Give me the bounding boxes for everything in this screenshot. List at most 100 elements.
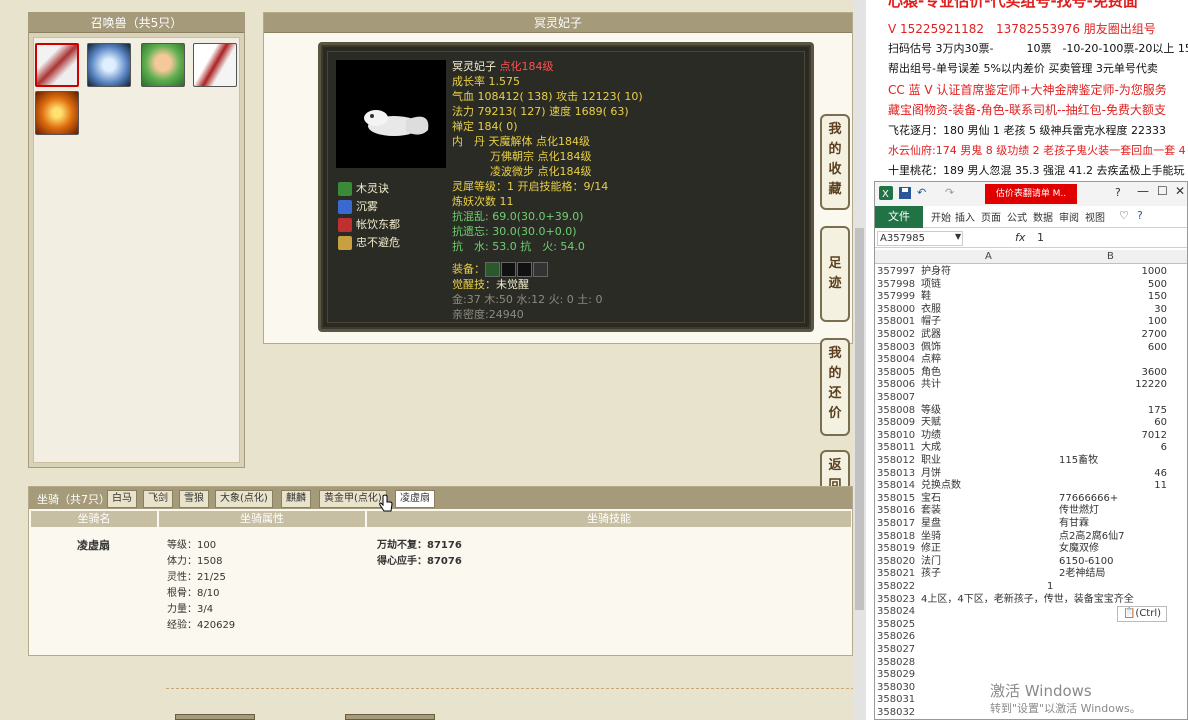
bottom-button-2[interactable] — [345, 714, 435, 720]
ribbon-tab-home[interactable]: 开始 — [931, 209, 951, 224]
row-number[interactable]: 358032 — [877, 707, 915, 720]
help-circle-icon[interactable]: ? — [1137, 209, 1143, 222]
row-number[interactable]: 358003 — [877, 342, 915, 355]
cell-a[interactable]: 武器 — [921, 329, 941, 342]
cell-a[interactable]: 4上区，4下区，老新孩子，传世，装备宝宝齐全 — [921, 594, 1134, 607]
footprint-button[interactable]: 足迹 — [820, 226, 850, 322]
table-row[interactable]: 358017 星盘 有甘霖 — [875, 518, 1188, 531]
row-number[interactable]: 358012 — [877, 455, 915, 468]
cell-b[interactable]: 2700 — [1057, 329, 1167, 342]
cell-b[interactable]: 500 — [1057, 279, 1167, 292]
cell-b[interactable]: 600 — [1057, 342, 1167, 355]
ribbon-tab-view[interactable]: 视图 — [1085, 209, 1105, 224]
row-number[interactable]: 358019 — [877, 543, 915, 556]
pet-thumb-3[interactable] — [141, 43, 185, 87]
redo-icon[interactable]: ↷ — [945, 186, 954, 199]
cell-b[interactable]: 有甘霖 — [1059, 518, 1089, 531]
cell-a[interactable]: 衣服 — [921, 304, 941, 317]
row-number[interactable]: 358025 — [877, 619, 915, 632]
cell-b[interactable]: 77666666+ — [1059, 493, 1118, 506]
table-row[interactable]: 358027 — [875, 644, 1188, 657]
ribbon-tab-formula[interactable]: 公式 — [1007, 209, 1027, 224]
cell-b[interactable]: 150 — [1057, 291, 1167, 304]
name-box-dropdown-icon[interactable]: ▼ — [955, 232, 961, 241]
cell-b[interactable]: 7012 — [1057, 430, 1167, 443]
row-number[interactable]: 358015 — [877, 493, 915, 506]
save-icon[interactable] — [899, 187, 911, 199]
paste-options-button[interactable]: 📋(Ctrl) — [1117, 606, 1167, 622]
maximize-icon[interactable]: ☐ — [1157, 184, 1168, 198]
row-number[interactable]: 358014 — [877, 480, 915, 493]
page-scrollbar[interactable] — [853, 0, 866, 720]
skill-3[interactable]: 帐饮东都 — [338, 216, 400, 232]
name-box[interactable]: A357985 — [877, 231, 963, 246]
equip-slot-4[interactable] — [533, 262, 548, 277]
cell-a[interactable]: 星盘 — [921, 518, 941, 531]
row-number[interactable]: 357999 — [877, 291, 915, 304]
cell-b[interactable]: 60 — [1057, 417, 1167, 430]
pet-thumb-1[interactable] — [35, 43, 79, 87]
cell-b[interactable]: 女魔双修 — [1059, 543, 1099, 556]
cell-a[interactable]: 鞋 — [921, 291, 931, 304]
table-row[interactable]: 358011 大成 6 — [875, 442, 1188, 455]
bottom-button-1[interactable] — [175, 714, 255, 720]
row-number[interactable]: 358011 — [877, 442, 915, 455]
cell-b[interactable]: 6150-6100 — [1059, 556, 1114, 569]
row-number[interactable]: 358006 — [877, 379, 915, 392]
row-number[interactable]: 358005 — [877, 367, 915, 380]
cell-a[interactable]: 坐骑 — [921, 531, 941, 544]
row-number[interactable]: 358016 — [877, 505, 915, 518]
cell-a-value[interactable]: 1 — [1047, 581, 1053, 594]
cell-a[interactable]: 共计 — [921, 379, 941, 392]
mount-tab-5[interactable]: 麒麟 — [281, 490, 311, 508]
row-number[interactable]: 358026 — [877, 631, 915, 644]
skill-2[interactable]: 沉雾 — [338, 198, 378, 214]
row-number[interactable]: 358023 — [877, 594, 915, 607]
ribbon-tab-review[interactable]: 审阅 — [1059, 209, 1079, 224]
cell-a[interactable]: 点粹 — [921, 354, 941, 367]
table-row[interactable]: 358001 帽子 100 — [875, 316, 1188, 329]
heart-icon[interactable]: ♡ — [1119, 209, 1129, 222]
undo-icon[interactable]: ↶ — [917, 186, 926, 199]
row-number[interactable]: 358028 — [877, 657, 915, 670]
cell-b[interactable]: 2老神结局 — [1059, 568, 1105, 581]
cell-a[interactable]: 护身符 — [921, 266, 951, 279]
row-number[interactable]: 358020 — [877, 556, 915, 569]
my-favorites-button[interactable]: 我的收藏 — [820, 114, 850, 210]
cell-a[interactable]: 兑换点数 — [921, 480, 961, 493]
cell-b[interactable]: 点2高2腐6仙7 — [1059, 531, 1124, 544]
row-number[interactable]: 358000 — [877, 304, 915, 317]
row-number[interactable]: 358031 — [877, 694, 915, 707]
table-row[interactable]: 358004 点粹 — [875, 354, 1188, 367]
mount-tab-6[interactable]: 黄金甲(点化) — [319, 490, 387, 508]
help-icon[interactable]: ? — [1115, 186, 1121, 199]
cell-a[interactable]: 孩子 — [921, 568, 941, 581]
cell-b[interactable]: 1000 — [1057, 266, 1167, 279]
row-number[interactable]: 358008 — [877, 405, 915, 418]
cell-b[interactable]: 46 — [1057, 468, 1167, 481]
cell-b[interactable]: 3600 — [1057, 367, 1167, 380]
ribbon-tab-layout[interactable]: 页面 — [981, 209, 1001, 224]
row-number[interactable]: 358009 — [877, 417, 915, 430]
row-number[interactable]: 357998 — [877, 279, 915, 292]
cell-a[interactable]: 天赋 — [921, 417, 941, 430]
row-number[interactable]: 358030 — [877, 682, 915, 695]
cell-b[interactable]: 115畜牧 — [1059, 455, 1098, 468]
row-number[interactable]: 358022 — [877, 581, 915, 594]
table-row[interactable]: 358002 武器 2700 — [875, 329, 1188, 342]
cell-b[interactable]: 100 — [1057, 316, 1167, 329]
cell-a[interactable]: 佩饰 — [921, 342, 941, 355]
cell-a[interactable]: 法门 — [921, 556, 941, 569]
ribbon-tab-insert[interactable]: 插入 — [955, 209, 975, 224]
mount-tab-7[interactable]: 凌虚扇 — [395, 490, 435, 508]
col-b-header[interactable]: B — [1107, 251, 1114, 262]
table-row[interactable]: 358023 4上区，4下区，老新孩子，传世，装备宝宝齐全 — [875, 594, 1188, 607]
cell-a[interactable]: 项链 — [921, 279, 941, 292]
table-row[interactable]: 358020 法门 6150-6100 — [875, 556, 1188, 569]
row-number[interactable]: 358010 — [877, 430, 915, 443]
table-row[interactable]: 358006 共计 12220 — [875, 379, 1188, 392]
cell-a[interactable]: 等级 — [921, 405, 941, 418]
cell-a[interactable]: 角色 — [921, 367, 941, 380]
table-row[interactable]: 357997 护身符 1000 — [875, 266, 1188, 279]
row-number[interactable]: 358007 — [877, 392, 915, 405]
